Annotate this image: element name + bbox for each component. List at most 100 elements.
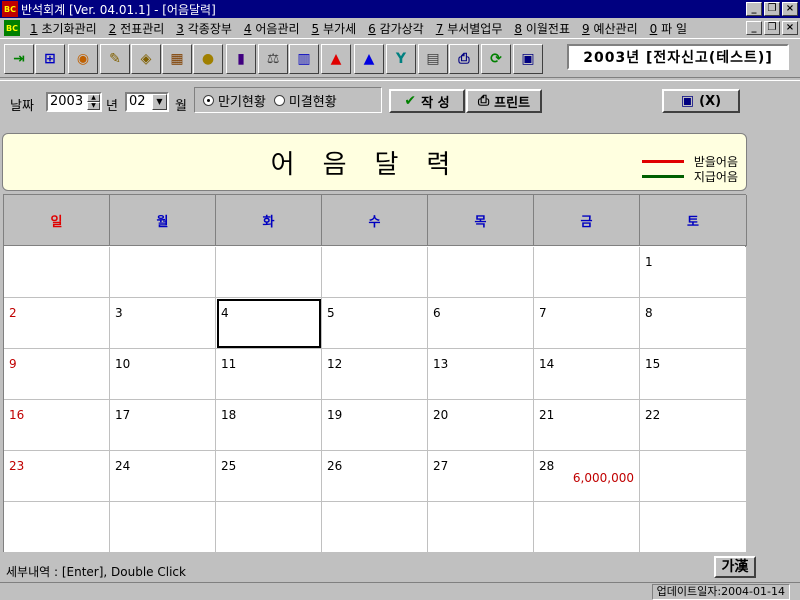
- menu-item-7[interactable]: 7 부서별업무: [430, 20, 509, 37]
- calendar-day-cell[interactable]: 4: [216, 298, 322, 349]
- menu-item-5[interactable]: 5 부가세: [306, 20, 363, 37]
- spin-up-icon[interactable]: ▲: [87, 94, 100, 102]
- calendar-day-cell[interactable]: 24: [110, 451, 216, 502]
- calendar-day-cell[interactable]: 11: [216, 349, 322, 400]
- toolbar-button-15[interactable]: ⎙: [449, 44, 479, 74]
- toolbar-button-11[interactable]: ▲: [321, 44, 351, 74]
- menu-item-0[interactable]: 0 파 일: [644, 20, 693, 37]
- calendar-day-cell[interactable]: 10: [110, 349, 216, 400]
- toolbar-button-9[interactable]: ⚖: [258, 44, 288, 74]
- create-button[interactable]: ✔ 작 성: [389, 89, 465, 113]
- toolbar-button-3[interactable]: ◉: [68, 44, 98, 74]
- radio-unsettled[interactable]: 미결현황: [273, 91, 337, 110]
- calendar-day-cell[interactable]: 9: [4, 349, 110, 400]
- calendar-day-cell[interactable]: 18: [216, 400, 322, 451]
- calendar-day-cell[interactable]: 15: [640, 349, 747, 400]
- calendar-day-cell[interactable]: 8: [640, 298, 747, 349]
- chevron-down-icon[interactable]: ▼: [152, 94, 167, 110]
- toolbar-button-8[interactable]: ▮: [226, 44, 256, 74]
- calendar-day-cell[interactable]: [534, 247, 640, 298]
- calendar-day-cell[interactable]: 1: [640, 247, 747, 298]
- calendar-day-cell[interactable]: [110, 502, 216, 553]
- calendar-day-cell[interactable]: [428, 502, 534, 553]
- calendar-day-cell[interactable]: 26: [322, 451, 428, 502]
- calendar-day-cell[interactable]: [4, 502, 110, 553]
- calendar-day-cell[interactable]: 7: [534, 298, 640, 349]
- toolbar-button-6[interactable]: ▦: [162, 44, 192, 74]
- radio-maturity-label: 만기현황: [218, 94, 266, 110]
- calendar-day-cell[interactable]: [110, 247, 216, 298]
- minimize-button[interactable]: _: [746, 2, 762, 16]
- calendar-day-cell[interactable]: [322, 247, 428, 298]
- weekday-header: 수: [322, 195, 428, 246]
- calendar-day-cell[interactable]: 28 6,000,000: [534, 451, 640, 502]
- calendar-day-cell[interactable]: [216, 502, 322, 553]
- calendar-day-cell[interactable]: 3: [110, 298, 216, 349]
- page-title: 어음달력: [270, 150, 479, 180]
- calendar-day-cell[interactable]: 20: [428, 400, 534, 451]
- calendar-day-cell[interactable]: 13: [428, 349, 534, 400]
- calendar-day-cell[interactable]: 16: [4, 400, 110, 451]
- exit-button[interactable]: ▣ (X): [662, 89, 740, 113]
- book-icon: ▮: [237, 51, 245, 67]
- calendar-day-cell[interactable]: 19: [322, 400, 428, 451]
- app-logo-icon: BC: [2, 1, 18, 17]
- calendar-day-cell[interactable]: 12: [322, 349, 428, 400]
- restore-button[interactable]: ❐: [764, 2, 780, 16]
- year-spin-arrows[interactable]: ▲ ▼: [87, 94, 100, 110]
- menu-accelerator: 8: [514, 21, 523, 36]
- month-select[interactable]: 02 ▼: [125, 92, 169, 112]
- toolbar-button-17[interactable]: ▣: [513, 44, 543, 74]
- menu-item-6[interactable]: 6 감가상각: [362, 20, 430, 37]
- calendar-day-cell[interactable]: [322, 502, 428, 553]
- menu-item-2[interactable]: 2 전표관리: [103, 20, 171, 37]
- print-button[interactable]: ⎙ 프린트: [466, 89, 542, 113]
- calendar-day-cell[interactable]: 27: [428, 451, 534, 502]
- day-number: 16: [9, 408, 25, 422]
- toolbar-button-13[interactable]: Y: [386, 44, 416, 74]
- calendar-day-cell[interactable]: 5: [322, 298, 428, 349]
- calendar-day-cell[interactable]: 23: [4, 451, 110, 502]
- spin-down-icon[interactable]: ▼: [87, 102, 100, 110]
- menu-item-3[interactable]: 3 각종장부: [170, 20, 238, 37]
- close-button[interactable]: ×: [782, 2, 798, 16]
- calendar-day-cell[interactable]: 25: [216, 451, 322, 502]
- calendar-day-cell[interactable]: [640, 502, 747, 553]
- toolbar-button-7[interactable]: ●: [193, 44, 223, 74]
- mdi-close-button[interactable]: ×: [782, 21, 798, 35]
- mdi-restore-button[interactable]: ❐: [764, 21, 780, 35]
- calendar-day-cell[interactable]: 22: [640, 400, 747, 451]
- menu-item-4[interactable]: 4 어음관리: [238, 20, 306, 37]
- calendar-day-cell[interactable]: [640, 451, 747, 502]
- day-number: 22: [645, 408, 661, 422]
- calendar-day-cell[interactable]: [4, 247, 110, 298]
- calendar-day-cell[interactable]: [534, 502, 640, 553]
- calendar-day-cell[interactable]: 21: [534, 400, 640, 451]
- radio-unselected-icon[interactable]: [273, 94, 285, 106]
- menu-item-9[interactable]: 9 예산관리: [576, 20, 644, 37]
- menu-label: 파 일: [657, 21, 687, 36]
- menu-item-1[interactable]: 1 초기화관리: [24, 20, 103, 37]
- mdi-minimize-button[interactable]: _: [746, 21, 762, 35]
- menu-item-8[interactable]: 8 이월전표: [508, 20, 576, 37]
- toolbar-button-5[interactable]: ◈: [131, 44, 161, 74]
- calendar-day-cell[interactable]: [216, 247, 322, 298]
- toolbar-button-10[interactable]: ▥: [289, 44, 319, 74]
- hanja-toggle-button[interactable]: 가漢: [714, 556, 756, 578]
- menu-accelerator: 1: [30, 21, 38, 36]
- calendar-day-cell[interactable]: [428, 247, 534, 298]
- scale-icon: ⚖: [266, 51, 280, 67]
- toolbar-button-12[interactable]: ▲: [354, 44, 384, 74]
- toolbar-button-2[interactable]: ⊞: [35, 44, 65, 74]
- toolbar-button-4[interactable]: ✎: [100, 44, 130, 74]
- calendar-day-cell[interactable]: 17: [110, 400, 216, 451]
- calendar-day-cell[interactable]: 2: [4, 298, 110, 349]
- calendar-day-cell[interactable]: 6: [428, 298, 534, 349]
- toolbar-button-1[interactable]: ⇥: [4, 44, 34, 74]
- radio-selected-icon[interactable]: [203, 94, 214, 106]
- year-spinner[interactable]: 2003 ▲ ▼: [46, 92, 102, 112]
- toolbar-button-14[interactable]: ▤: [418, 44, 448, 74]
- toolbar-button-16[interactable]: ⟳: [481, 44, 511, 74]
- calendar-day-cell[interactable]: 14: [534, 349, 640, 400]
- radio-maturity[interactable]: 만기현황: [203, 91, 266, 110]
